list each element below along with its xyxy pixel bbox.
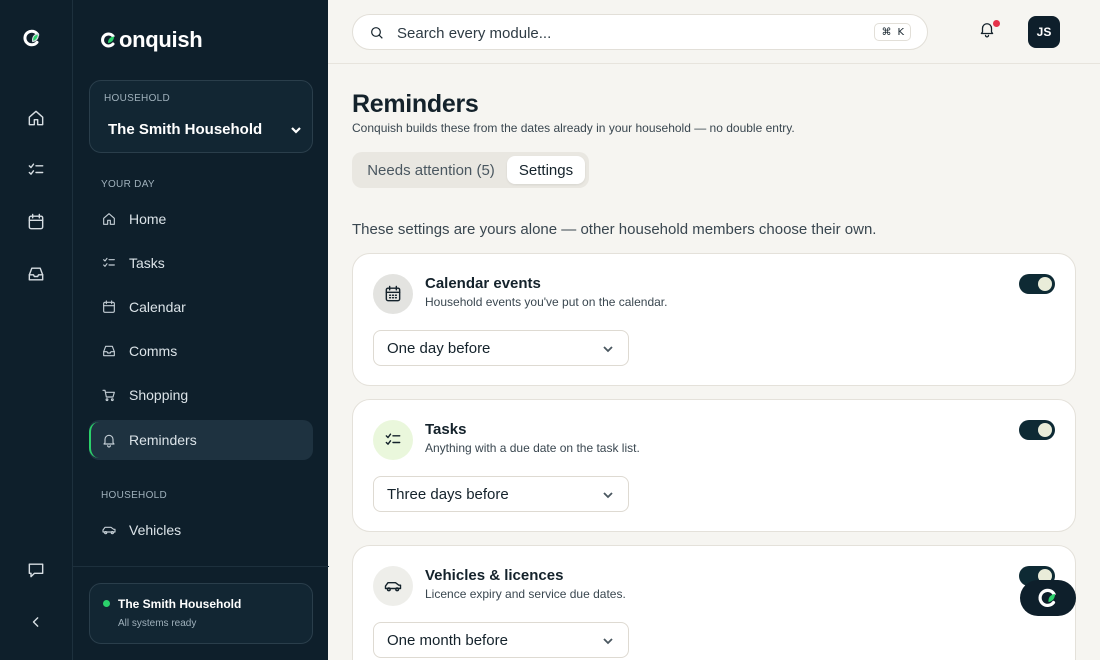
sidebar-item-label: Shopping	[129, 387, 189, 403]
sidebar-item-comms[interactable]: Comms	[89, 331, 313, 371]
home-icon[interactable]	[24, 106, 48, 130]
calendar-reminder-toggle[interactable]	[1019, 274, 1055, 294]
sidebar-item-vehicles[interactable]: Vehicles	[89, 510, 313, 550]
household-switcher[interactable]: HOUSEHOLD The Smith Household	[89, 80, 313, 153]
calendar-icon	[373, 274, 413, 314]
calendar-timing-select[interactable]: One day before	[373, 330, 629, 366]
chevron-down-icon	[290, 123, 302, 135]
conquish-logo-icon	[1038, 588, 1056, 607]
sidebar-divider	[73, 566, 329, 567]
conquish-logo-icon[interactable]	[22, 28, 50, 56]
search-input[interactable]	[397, 23, 817, 43]
toggle-knob	[1038, 277, 1052, 291]
bell-icon	[103, 434, 115, 448]
household-switcher-label: HOUSEHOLD	[104, 93, 171, 104]
status-dot-icon	[103, 600, 110, 607]
icon-rail	[0, 0, 72, 660]
topbar: ⌘ K JS	[328, 0, 1100, 64]
search-shortcut-badge: ⌘ K	[874, 23, 911, 41]
chevron-down-icon	[603, 638, 613, 645]
toggle-knob	[1038, 423, 1052, 437]
vehicles-timing-select[interactable]: One month before	[373, 622, 629, 658]
sidebar: onquish HOUSEHOLD The Smith Household YO…	[72, 0, 329, 660]
card-title: Vehicles & licences	[425, 567, 564, 584]
household-status-card[interactable]: The Smith Household All systems ready	[89, 583, 313, 644]
card-description: Licence expiry and service due dates.	[425, 587, 626, 601]
tasks-timing-select[interactable]: Three days before	[373, 476, 629, 512]
sidebar-item-shopping[interactable]: Shopping	[89, 375, 313, 415]
sidebar-item-label: Vehicles	[129, 522, 182, 538]
tabs: Needs attention (5) Settings	[352, 152, 589, 188]
sidebar-item-label: Tasks	[129, 255, 165, 271]
card-description: Anything with a due date on the task lis…	[425, 441, 640, 455]
sidebar-item-label: Comms	[129, 343, 178, 359]
user-avatar[interactable]: JS	[1028, 16, 1060, 48]
card-description: Household events you've put on the calen…	[425, 295, 668, 309]
sidebar-item-label: Home	[129, 211, 167, 227]
shortcut-key: K	[897, 26, 904, 38]
inbox-icon	[103, 345, 115, 357]
brand-c-icon	[101, 32, 115, 48]
status-subtitle: All systems ready	[118, 618, 197, 629]
collapse-sidebar-icon[interactable]	[24, 610, 48, 634]
sidebar-item-home[interactable]: Home	[89, 199, 313, 239]
tab-needs-attention[interactable]: Needs attention (5)	[358, 156, 504, 184]
chevron-down-icon	[603, 492, 613, 499]
settings-intro: These settings are yours alone — other h…	[352, 221, 877, 238]
notification-dot	[993, 20, 1000, 27]
tasks-reminder-toggle[interactable]	[1019, 420, 1055, 440]
card-title: Tasks	[425, 421, 467, 438]
car-icon	[102, 526, 116, 535]
sidebar-item-reminders[interactable]: Reminders	[89, 420, 313, 460]
search-icon	[371, 27, 383, 39]
status-title: The Smith Household	[118, 597, 242, 611]
reminder-card-vehicles: Vehicles & licences Licence expiry and s…	[352, 545, 1076, 660]
cart-icon	[102, 389, 115, 402]
assistant-fab[interactable]	[1020, 580, 1076, 616]
select-value: One day before	[387, 340, 491, 357]
sidebar-item-tasks[interactable]: Tasks	[89, 243, 313, 283]
tasks-icon	[103, 257, 115, 267]
search-bar[interactable]: ⌘ K	[352, 14, 928, 50]
notifications-button[interactable]	[978, 20, 1000, 42]
shortcut-mod-key: ⌘	[881, 26, 892, 38]
reminder-card-calendar: Calendar events Household events you've …	[352, 253, 1076, 386]
sidebar-item-label: Calendar	[129, 299, 186, 315]
select-value: Three days before	[387, 486, 509, 503]
reminder-card-tasks: Tasks Anything with a due date on the ta…	[352, 399, 1076, 532]
sidebar-item-calendar[interactable]: Calendar	[89, 287, 313, 327]
home-icon	[103, 213, 115, 225]
page-subtitle: Conquish builds these from the dates alr…	[352, 121, 795, 135]
calendar-icon[interactable]	[24, 210, 48, 234]
tasks-icon	[373, 420, 413, 460]
household-switcher-name: The Smith Household	[108, 121, 263, 138]
brand-name: onquish	[119, 27, 203, 52]
brand-logo[interactable]: onquish	[99, 27, 203, 52]
card-title: Calendar events	[425, 275, 541, 292]
tasks-icon[interactable]	[24, 158, 48, 182]
section-label-household: HOUSEHOLD	[101, 490, 168, 501]
section-label-your-day: YOUR DAY	[101, 179, 155, 190]
calendar-icon	[103, 300, 115, 313]
car-icon	[373, 566, 413, 606]
tab-settings[interactable]: Settings	[507, 156, 585, 184]
chat-icon[interactable]	[24, 558, 48, 582]
sidebar-item-label: Reminders	[129, 432, 197, 448]
inbox-icon[interactable]	[24, 262, 48, 286]
select-value: One month before	[387, 632, 508, 649]
chevron-down-icon	[603, 346, 613, 353]
page-title: Reminders	[352, 90, 479, 118]
